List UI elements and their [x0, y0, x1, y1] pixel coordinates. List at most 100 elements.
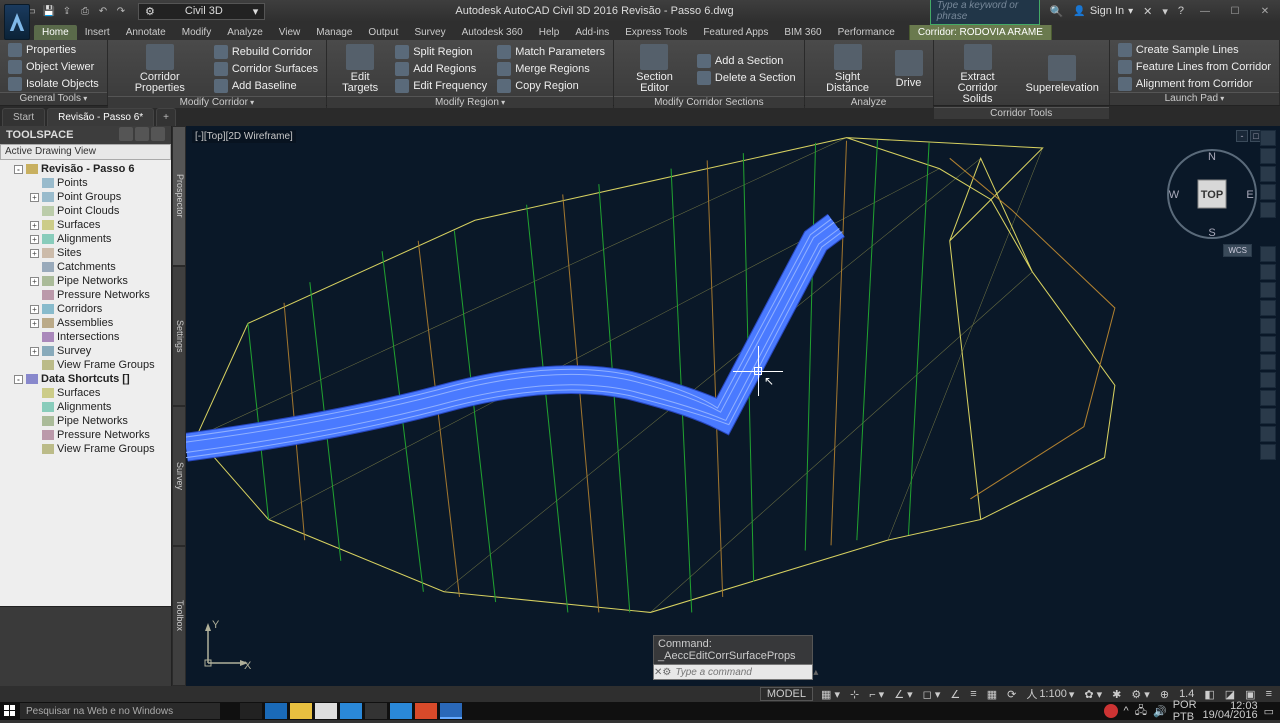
tree-survey[interactable]: +Survey — [0, 344, 171, 358]
viewcube[interactable]: TOP N S W E WCS — [1164, 146, 1260, 242]
tab-addins[interactable]: Add-ins — [567, 25, 617, 40]
tray-notifications-icon[interactable]: ▭ — [1264, 705, 1274, 718]
ortho-toggle[interactable]: ⌐ ▾ — [867, 688, 886, 701]
taskview-icon[interactable] — [240, 703, 262, 719]
full-nav-wheel-icon[interactable] — [1260, 130, 1276, 146]
tab-performance[interactable]: Performance — [830, 25, 903, 40]
add-baseline-button[interactable]: Add Baseline — [210, 78, 322, 94]
drawing-tab[interactable]: Revisão - Passo 6* — [47, 108, 154, 126]
close-button[interactable]: ✕ — [1250, 1, 1280, 21]
extract-solids-button[interactable]: Extract Corridor Solids — [938, 42, 1018, 107]
rtool-4[interactable] — [1260, 300, 1276, 316]
rtool-5[interactable] — [1260, 318, 1276, 334]
new-tab-button[interactable]: + — [156, 108, 176, 126]
otrack-toggle[interactable]: ∠ — [948, 688, 962, 701]
tree-point-clouds[interactable]: Point Clouds — [0, 204, 171, 218]
tree-alignments[interactable]: +Alignments — [0, 232, 171, 246]
polar-toggle[interactable]: ∠ ▾ — [892, 688, 914, 701]
section-editor-button[interactable]: Section Editor — [618, 42, 691, 96]
match-parameters-button[interactable]: Match Parameters — [493, 44, 609, 60]
tab-annotate[interactable]: Annotate — [118, 25, 174, 40]
properties-button[interactable]: Properties — [4, 42, 103, 58]
tray-volume-icon[interactable]: 🔊 — [1153, 705, 1167, 718]
tree-data-shortcuts[interactable]: -Data Shortcuts [] — [0, 372, 171, 386]
object-viewer-button[interactable]: Object Viewer — [4, 59, 103, 75]
tab-insert[interactable]: Insert — [77, 25, 118, 40]
workspace-selector[interactable]: ⚙Civil 3D▾ — [138, 3, 265, 20]
isolate-objects-button[interactable]: Isolate Objects — [4, 76, 103, 92]
toolspace-help-icon[interactable] — [151, 127, 165, 141]
rtool-12[interactable] — [1260, 444, 1276, 460]
tray-up-icon[interactable]: ^ — [1124, 705, 1129, 717]
cmd-close-icon[interactable]: ✕ — [654, 667, 662, 678]
explorer-icon[interactable] — [290, 703, 312, 719]
tree-point-groups[interactable]: +Point Groups — [0, 190, 171, 204]
add-regions-button[interactable]: Add Regions — [391, 61, 491, 77]
prospector-tree[interactable]: -Revisão - Passo 6 Points +Point Groups … — [0, 160, 171, 606]
tab-prospector[interactable]: Prospector — [172, 126, 186, 266]
stay-connected-icon[interactable]: ▾ — [1162, 5, 1168, 18]
taskbar-search[interactable]: Pesquisar na Web e no Windows — [20, 703, 220, 719]
tree-root[interactable]: -Revisão - Passo 6 — [0, 162, 171, 176]
panel-label-general[interactable]: General Tools — [0, 92, 107, 105]
rtool-10[interactable] — [1260, 408, 1276, 424]
rtool-6[interactable] — [1260, 336, 1276, 352]
tab-settings-side[interactable]: Settings — [172, 266, 186, 406]
help-icon[interactable]: ? — [1178, 5, 1184, 17]
annotation-scale[interactable]: 人 1:100 ▾ — [1024, 686, 1076, 702]
tab-analyze[interactable]: Analyze — [219, 25, 271, 40]
rtool-11[interactable] — [1260, 426, 1276, 442]
tab-survey[interactable]: Survey — [406, 25, 453, 40]
cycling-toggle[interactable]: ⟳ — [1005, 688, 1018, 701]
tray-recording-icon[interactable] — [1104, 704, 1118, 718]
feature-lines-button[interactable]: Feature Lines from Corridor — [1114, 59, 1275, 75]
osnap-toggle[interactable]: ◻ ▾ — [921, 688, 943, 701]
tree-sites[interactable]: +Sites — [0, 246, 171, 260]
lineweight-toggle[interactable]: ≡ — [968, 688, 978, 700]
showmotion-icon[interactable] — [1260, 202, 1276, 218]
tab-view[interactable]: View — [271, 25, 309, 40]
tree-ds-pressure[interactable]: Pressure Networks — [0, 428, 171, 442]
alignment-from-corridor-button[interactable]: Alignment from Corridor — [1114, 76, 1275, 92]
tab-survey-side[interactable]: Survey — [172, 406, 186, 546]
zoom-extents-icon[interactable] — [1260, 166, 1276, 182]
corridor-properties-button[interactable]: Corridor Properties — [112, 42, 208, 96]
tab-home[interactable]: Home — [34, 25, 77, 40]
toolspace-icon1[interactable] — [119, 127, 133, 141]
panel-label-launch-pad[interactable]: Launch Pad — [1110, 92, 1279, 105]
model-viewport[interactable]: [-][Top][2D Wireframe] - □ x — [186, 126, 1280, 686]
tree-ds-alignments[interactable]: Alignments — [0, 400, 171, 414]
snap-toggle[interactable]: ⊹ — [848, 688, 861, 701]
tree-catchments[interactable]: Catchments — [0, 260, 171, 274]
tray-clock[interactable]: 12:0319/04/2016 — [1203, 702, 1258, 720]
hp-icon[interactable] — [365, 703, 387, 719]
tab-toolbox[interactable]: Toolbox — [172, 546, 186, 686]
split-region-button[interactable]: Split Region — [391, 44, 491, 60]
tab-manage[interactable]: Manage — [308, 25, 360, 40]
merge-regions-button[interactable]: Merge Regions — [493, 61, 609, 77]
rtool-3[interactable] — [1260, 282, 1276, 298]
tray-network-icon[interactable]: 🖧 — [1135, 702, 1147, 721]
maximize-button[interactable]: ☐ — [1220, 1, 1250, 21]
pan-icon[interactable] — [1260, 148, 1276, 164]
cmd-recent-icon[interactable]: ▴ — [813, 667, 818, 678]
tab-modify[interactable]: Modify — [174, 25, 219, 40]
tree-intersections[interactable]: Intersections — [0, 330, 171, 344]
tree-assemblies[interactable]: +Assemblies — [0, 316, 171, 330]
rtool-1[interactable] — [1260, 246, 1276, 262]
exchange-icon[interactable]: ✕ — [1143, 5, 1152, 18]
orbit-icon[interactable] — [1260, 184, 1276, 200]
tray-lang[interactable]: PORPTB — [1173, 699, 1197, 723]
plot-icon[interactable]: ⎙ — [78, 4, 92, 18]
tab-context-corridor[interactable]: Corridor: RODOVIA ARAME — [909, 25, 1052, 40]
minimize-button[interactable]: — — [1190, 1, 1220, 21]
cmd-options-icon[interactable]: ⚙ — [662, 667, 671, 678]
chrome-icon[interactable] — [415, 703, 437, 719]
app-menu-button[interactable] — [4, 4, 30, 40]
add-section-button[interactable]: Add a Section — [693, 53, 800, 69]
tree-view-frames[interactable]: View Frame Groups — [0, 358, 171, 372]
create-sample-lines-button[interactable]: Create Sample Lines — [1114, 42, 1275, 58]
tree-corridors[interactable]: +Corridors — [0, 302, 171, 316]
rtool-2[interactable] — [1260, 264, 1276, 280]
search-binoculars-icon[interactable]: 🔍 — [1050, 5, 1064, 18]
